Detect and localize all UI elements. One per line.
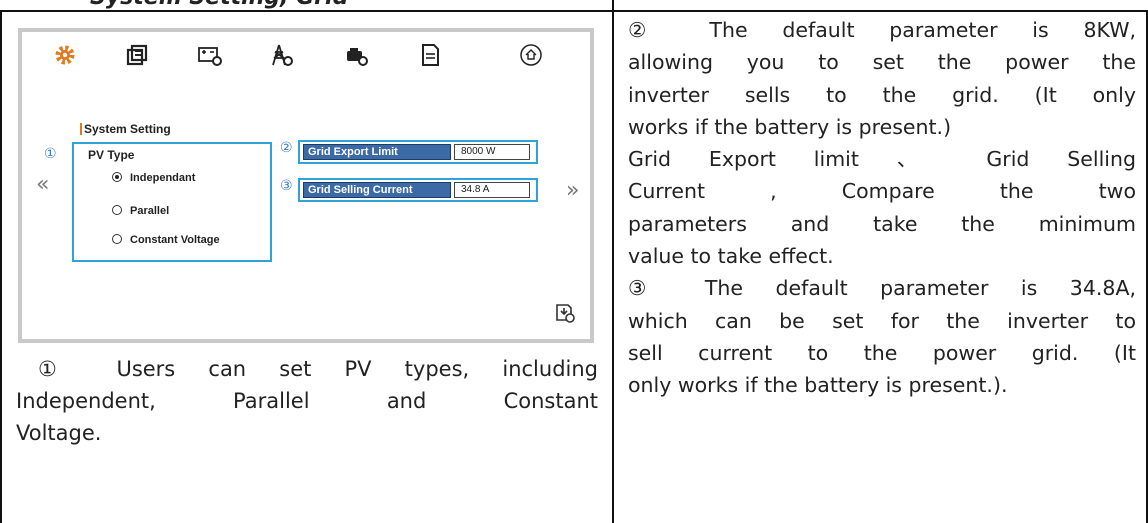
grid-selling-current-label: Grid Selling Current — [303, 182, 451, 198]
radio-dot — [112, 205, 122, 216]
header-strip: System Setting, Grid — [0, 0, 612, 10]
document-icon[interactable] — [417, 42, 443, 68]
description-line: ③ The default parameter is 34.8A, — [628, 276, 1136, 301]
pv-type-label: PV Type — [88, 148, 135, 162]
grid-selling-current-input[interactable]: 34.8 A — [454, 182, 530, 198]
caption-line: ① Users can set PV types, including — [38, 357, 598, 381]
caption-line: Voltage. — [16, 421, 102, 445]
home-icon[interactable] — [518, 42, 544, 68]
description-line: which can be set for the inverter to — [628, 308, 1136, 333]
table-border-left — [0, 10, 2, 523]
radio-dot — [112, 234, 122, 245]
pv-type-caption: ① Users can set PV types, including Inde… — [16, 353, 598, 449]
description-line: ② The default parameter is 8KW, — [628, 18, 1136, 42]
section-title: System Setting — [80, 122, 171, 136]
radio-dot-selected — [112, 172, 122, 183]
radio-independant[interactable]: Independant — [112, 172, 195, 184]
description-line: Current , Compare the two — [628, 179, 1136, 204]
description-line: inverter sells to the grid. (It only — [628, 82, 1136, 107]
description-line: value to take effect. — [628, 244, 834, 269]
inverter-screen: System Setting ① ② ③ PV Type Independant… — [18, 28, 594, 343]
generator-icon[interactable] — [344, 42, 370, 68]
table-column-divider — [612, 0, 614, 523]
save-settings-icon[interactable] — [554, 302, 576, 324]
header-title: System Setting, Grid — [90, 0, 348, 10]
description-line: Grid Export limit 、 Grid Selling — [628, 147, 1136, 172]
battery-settings-icon[interactable] — [124, 42, 150, 68]
marker-one: ① — [44, 146, 57, 162]
grid-export-limit-label: Grid Export Limit — [303, 144, 451, 160]
pv-type-group: PV Type Independant Parallel Constant Vo… — [72, 142, 272, 262]
radio-parallel[interactable]: Parallel — [112, 205, 169, 217]
document-table: System Setting, Grid System Setting ① ② … — [0, 0, 1148, 523]
description-line: sell current to the power grid. (It — [628, 340, 1136, 365]
prev-page-chevron[interactable]: « — [36, 172, 49, 197]
marker-three: ③ — [280, 178, 293, 194]
description-line: works if the battery is present.) — [628, 114, 952, 139]
radio-constant-voltage[interactable]: Constant Voltage — [112, 234, 220, 246]
grid-settings-description: ② The default parameter is 8KW, allowing… — [628, 14, 1136, 402]
table-border-top — [0, 10, 1148, 12]
battery-gear-icon[interactable] — [197, 42, 223, 68]
grid-selling-current-row: Grid Selling Current 34.8 A — [298, 178, 538, 202]
marker-two: ② — [280, 140, 293, 156]
grid-tower-icon[interactable] — [269, 42, 295, 68]
description-line: only works if the battery is present.). — [628, 373, 1008, 398]
grid-export-limit-input[interactable]: 8000 W — [454, 144, 530, 160]
gear-icon[interactable] — [52, 42, 78, 68]
next-page-chevron[interactable]: » — [566, 178, 579, 203]
description-line: parameters and take the minimum — [628, 211, 1136, 236]
grid-export-limit-row: Grid Export Limit 8000 W — [298, 140, 538, 164]
caption-line: Independent, Parallel and Constant — [16, 389, 598, 413]
description-line: allowing you to set the power the — [628, 50, 1136, 75]
